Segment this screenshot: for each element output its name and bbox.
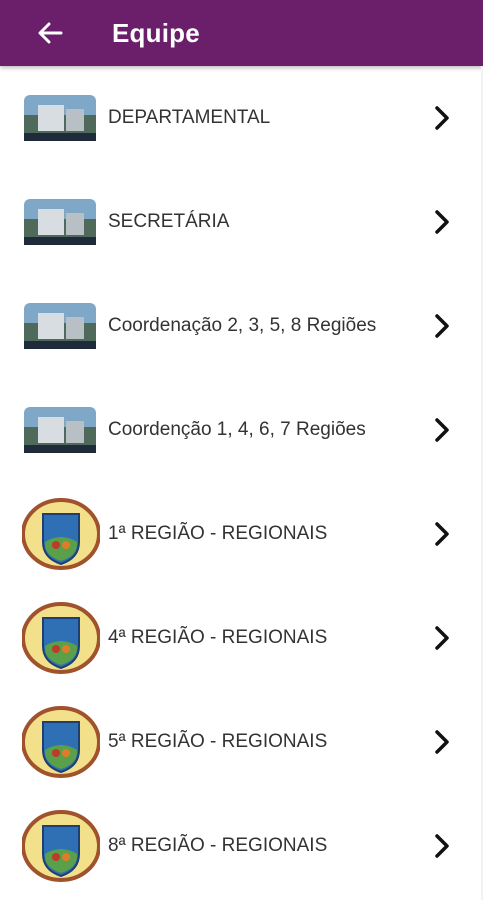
list-item-regiao-4[interactable]: 4ª REGIÃO - REGIONAIS: [0, 586, 483, 690]
list-item-regiao-5[interactable]: 5ª REGIÃO - REGIONAIS: [0, 690, 483, 794]
chevron-right-icon: [435, 626, 449, 650]
list-item-coordenacao-2358[interactable]: Coordenação 2, 3, 5, 8 Regiões: [0, 274, 483, 378]
arrow-left-icon: [38, 22, 63, 44]
building-photo-icon: [24, 303, 96, 349]
building-photo-icon: [24, 407, 96, 453]
building-photo-icon: [24, 95, 96, 141]
page-title: Equipe: [112, 17, 200, 48]
list-item-departamental[interactable]: DEPARTAMENTAL: [0, 66, 483, 170]
list-item-label: Coordenção 1, 4, 6, 7 Regiões: [108, 419, 366, 440]
chevron-right-icon: [435, 418, 449, 442]
chevron-right-icon: [435, 314, 449, 338]
list-item-regiao-8[interactable]: 8ª REGIÃO - REGIONAIS: [0, 794, 483, 898]
list-item-label: DEPARTAMENTAL: [108, 107, 271, 128]
region-crest-icon: [22, 706, 100, 778]
back-button[interactable]: [28, 11, 72, 55]
list-item-label: 1ª REGIÃO - REGIONAIS: [108, 523, 328, 544]
list-item-regiao-1[interactable]: 1ª REGIÃO - REGIONAIS: [0, 482, 483, 586]
list-item-label: Coordenação 2, 3, 5, 8 Regiões: [108, 315, 377, 336]
region-crest-icon: [22, 810, 100, 882]
app-bar: Equipe: [0, 0, 483, 66]
chevron-right-icon: [435, 210, 449, 234]
list-item-label: 8ª REGIÃO - REGIONAIS: [108, 835, 328, 856]
chevron-right-icon: [435, 106, 449, 130]
chevron-right-icon: [435, 522, 449, 546]
list-item-secretaria[interactable]: SECRETÁRIA: [0, 170, 483, 274]
chevron-right-icon: [435, 834, 449, 858]
region-crest-icon: [22, 498, 100, 570]
list-item-label: 4ª REGIÃO - REGIONAIS: [108, 627, 328, 648]
list-item-label: 5ª REGIÃO - REGIONAIS: [108, 731, 328, 752]
region-crest-icon: [22, 602, 100, 674]
list-item-coordencao-1467[interactable]: Coordenção 1, 4, 6, 7 Regiões: [0, 378, 483, 482]
building-photo-icon: [24, 199, 96, 245]
chevron-right-icon: [435, 730, 449, 754]
list-item-label: SECRETÁRIA: [108, 211, 230, 232]
team-list: DEPARTAMENTAL SECRETÁRIA Coordenação 2, …: [0, 66, 483, 898]
